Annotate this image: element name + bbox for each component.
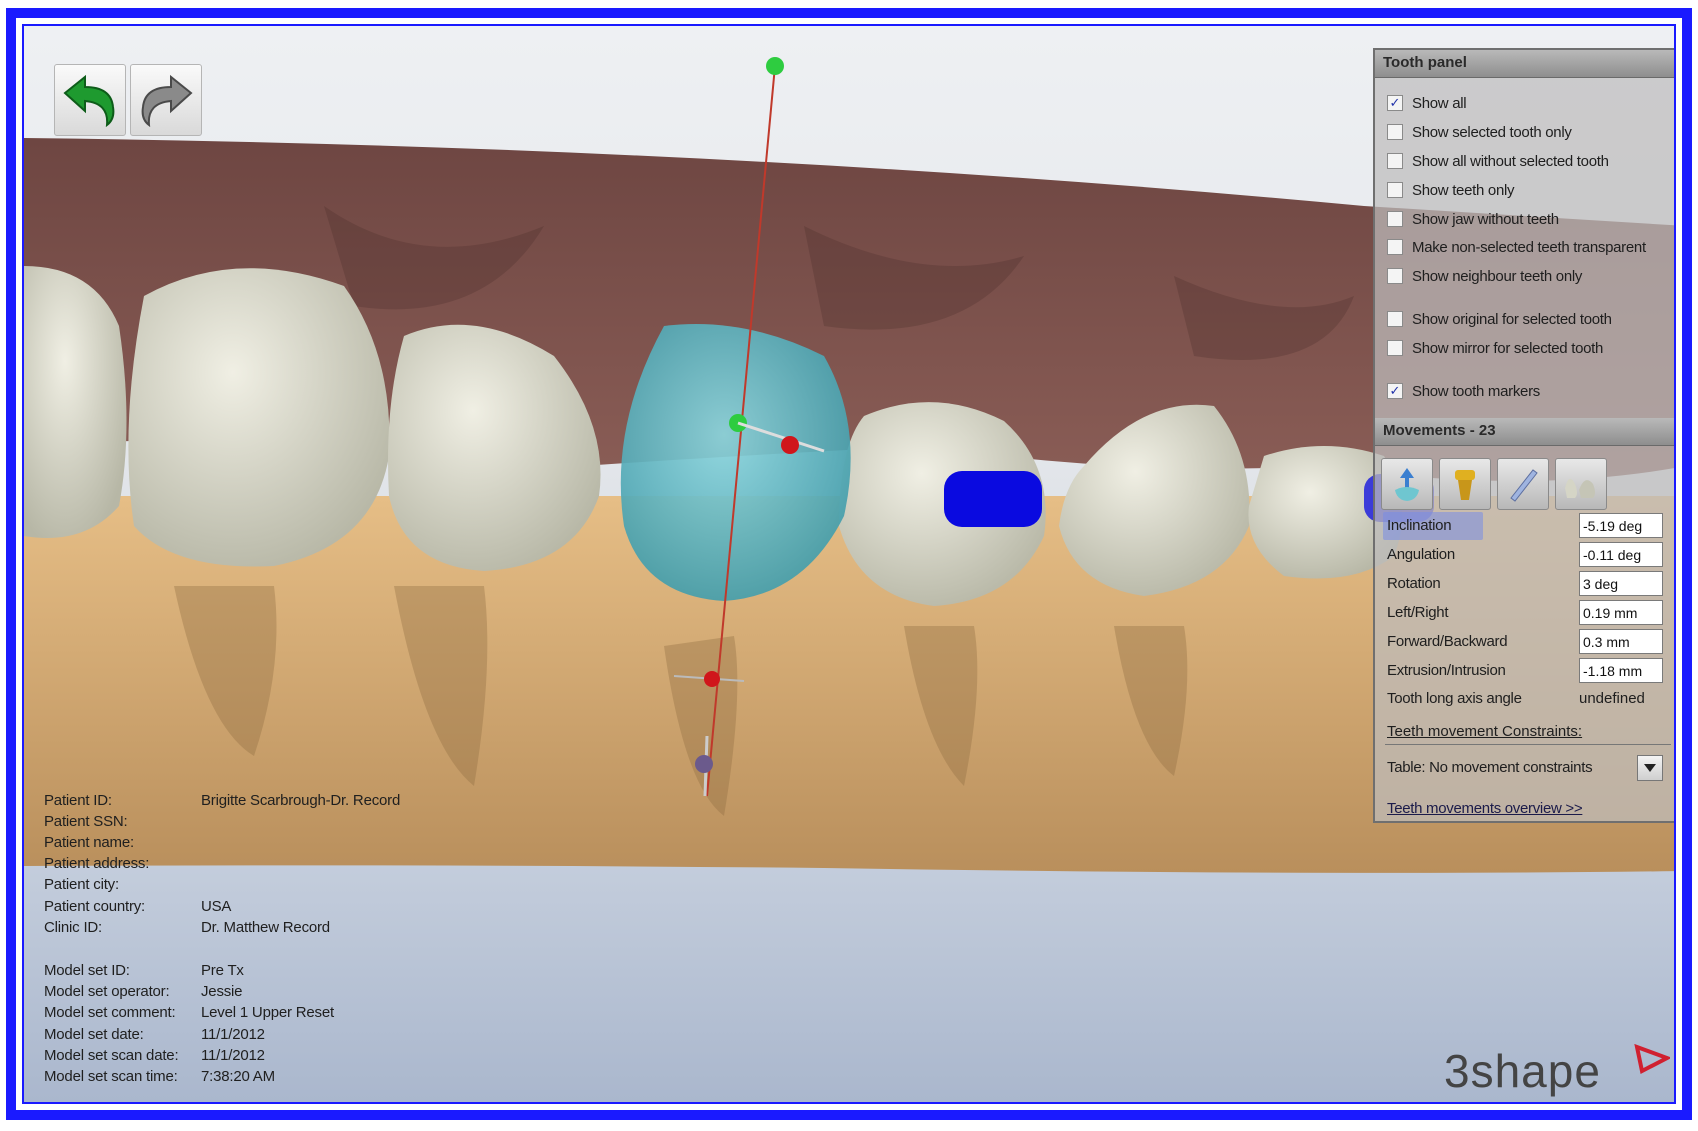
info-value: 11/1/2012 (201, 1026, 265, 1043)
constraints-label: Teeth movement Constraints: (1387, 723, 1583, 740)
inclination-field[interactable] (1579, 513, 1663, 538)
move-tooth-icon (1395, 468, 1419, 501)
info-label: Model set comment: (44, 1004, 176, 1021)
tooth-panel-title: Tooth panel (1375, 50, 1674, 78)
axis-handle (695, 755, 713, 773)
info-value: Pre Tx (201, 962, 244, 979)
constraints-dropdown[interactable] (1637, 755, 1663, 781)
movements-title: Movements - 23 (1375, 418, 1674, 446)
ruler-icon (1510, 469, 1538, 502)
info-value: Dr. Matthew Record (201, 919, 330, 936)
option-show-neighbour-teeth-only[interactable]: Show neighbour teeth only (1387, 265, 1582, 287)
info-label: Patient name: (44, 834, 134, 851)
option-label: Show jaw without teeth (1412, 210, 1559, 228)
axis-handle (704, 671, 720, 687)
info-label: Model set date: (44, 1026, 144, 1043)
info-label: Model set ID: (44, 962, 130, 979)
redo-button[interactable] (130, 64, 202, 136)
extrusion-intrusion-label: Extrusion/Intrusion (1387, 662, 1506, 679)
long-axis-angle-value: undefined (1579, 690, 1645, 707)
option-show-teeth-only[interactable]: Show teeth only (1387, 179, 1515, 201)
angulation-field[interactable] (1579, 542, 1663, 567)
option-show-original[interactable]: Show original for selected tooth (1387, 308, 1612, 330)
option-label: Show neighbour teeth only (1412, 267, 1583, 285)
info-label: Clinic ID: (44, 919, 103, 936)
info-label: Patient address: (44, 855, 150, 872)
undo-button[interactable] (54, 64, 126, 136)
tooth (128, 268, 390, 567)
info-label: Patient city: (44, 876, 119, 893)
option-label: Make non-selected teeth transparent (1412, 238, 1646, 256)
checkbox[interactable] (1387, 182, 1403, 198)
axis-handle (766, 57, 784, 75)
option-label: Show selected tooth only (1412, 123, 1572, 141)
option-label: Show all without selected tooth (1412, 152, 1609, 170)
implant-icon (1455, 470, 1475, 500)
checkbox[interactable] (1387, 311, 1403, 327)
checkbox[interactable] (1387, 211, 1403, 227)
info-value: 7:38:20 AM (201, 1068, 275, 1085)
undo-arrow-icon (63, 74, 115, 127)
viewport: Tooth panel ✓ Show all Show selected too… (22, 24, 1676, 1104)
info-label: Model set scan time: (44, 1068, 178, 1085)
3shape-logo: 3shape (1444, 1045, 1601, 1097)
checkbox[interactable] (1387, 268, 1403, 284)
teeth-icon (1565, 478, 1595, 498)
window-frame: Tooth panel ✓ Show all Show selected too… (6, 8, 1692, 1120)
option-show-all[interactable]: ✓ Show all (1387, 92, 1467, 114)
redo-arrow-icon (141, 74, 193, 127)
chevron-down-icon (1644, 764, 1656, 772)
left-right-label: Left/Right (1387, 604, 1449, 621)
option-show-jaw-without-teeth[interactable]: Show jaw without teeth (1387, 208, 1559, 230)
checkbox[interactable] (1387, 239, 1403, 255)
info-label: Patient country: (44, 898, 146, 915)
option-show-mirror[interactable]: Show mirror for selected tooth (1387, 337, 1603, 359)
axis-handle (781, 436, 799, 454)
move-tooth-tool[interactable] (1381, 458, 1433, 510)
rotation-field[interactable] (1579, 571, 1663, 596)
checkbox[interactable]: ✓ (1387, 95, 1403, 111)
checkbox[interactable]: ✓ (1387, 383, 1403, 399)
info-value: Level 1 Upper Reset (201, 1004, 334, 1021)
checkbox[interactable] (1387, 340, 1403, 356)
option-show-all-without-selected[interactable]: Show all without selected tooth (1387, 150, 1609, 172)
tooth-panel: Tooth panel ✓ Show all Show selected too… (1373, 48, 1674, 823)
forward-backward-label: Forward/Backward (1387, 633, 1508, 650)
forward-backward-field[interactable] (1579, 629, 1663, 654)
option-label: Show mirror for selected tooth (1412, 339, 1604, 357)
implant-tool[interactable] (1439, 458, 1491, 510)
teeth-movements-overview-link[interactable]: Teeth movements overview >> (1387, 800, 1583, 817)
info-value: Brigitte Scarbrough-Dr. Record (201, 792, 401, 809)
option-label: Show original for selected tooth (1412, 310, 1612, 328)
rotation-label: Rotation (1387, 575, 1441, 592)
option-show-selected-tooth-only[interactable]: Show selected tooth only (1387, 121, 1572, 143)
checkbox[interactable] (1387, 153, 1403, 169)
extrusion-intrusion-field[interactable] (1579, 658, 1663, 683)
long-axis-angle-label: Tooth long axis angle (1387, 690, 1522, 707)
divider (1385, 744, 1671, 745)
inclination-label: Inclination (1387, 517, 1452, 534)
info-value: USA (201, 898, 232, 915)
tooth-marker (944, 471, 1042, 527)
info-label: Model set operator: (44, 983, 170, 1000)
info-label: Patient ID: (44, 792, 112, 809)
info-value: Jessie (201, 983, 243, 1000)
info-value: 11/1/2012 (201, 1047, 265, 1064)
option-show-tooth-markers[interactable]: ✓ Show tooth markers (1387, 380, 1540, 402)
info-label: Patient SSN: (44, 813, 128, 830)
info-label: Model set scan date: (44, 1047, 179, 1064)
ruler-tool[interactable] (1497, 458, 1549, 510)
checkbox[interactable] (1387, 124, 1403, 140)
constraints-table-label: Table: No movement constraints (1387, 759, 1593, 776)
option-label: Show all (1412, 94, 1467, 112)
logo-triangle-icon (1634, 1044, 1670, 1074)
teeth-view-tool[interactable] (1555, 458, 1607, 510)
left-right-field[interactable] (1579, 600, 1663, 625)
option-label: Show tooth markers (1412, 382, 1540, 400)
option-non-selected-transparent[interactable]: Make non-selected teeth transparent (1387, 236, 1646, 258)
angulation-label: Angulation (1387, 546, 1455, 563)
option-label: Show teeth only (1412, 181, 1515, 199)
